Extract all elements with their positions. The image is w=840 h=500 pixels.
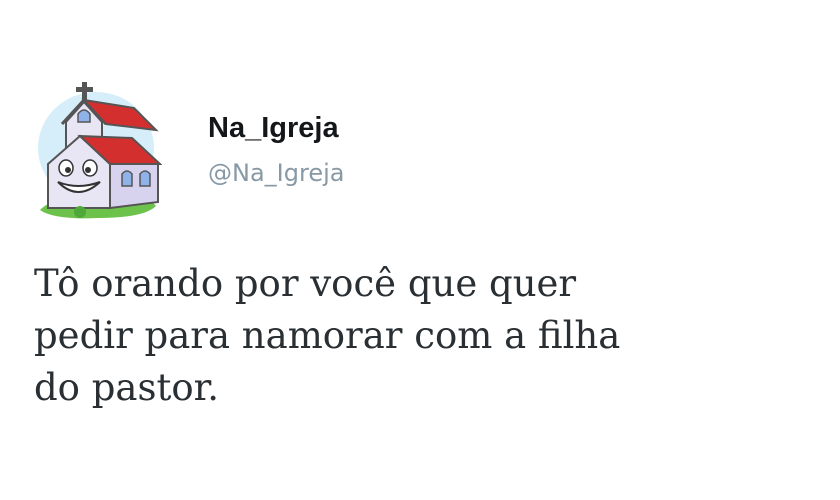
display-name[interactable]: Na_Igreja xyxy=(208,108,344,148)
tweet-text-line: do pastor. xyxy=(34,366,219,409)
avatar[interactable] xyxy=(34,78,163,224)
tweet-text-line: Tô orando por você que quer xyxy=(34,262,577,305)
user-info: Na_Igreja @Na_Igreja xyxy=(208,108,344,190)
tweet-text: Tô orando por você que quer pedir para n… xyxy=(34,258,794,414)
church-cartoon-icon xyxy=(38,82,163,219)
tweet-card: Na_Igreja @Na_Igreja Tô orando por você … xyxy=(0,0,840,500)
user-handle[interactable]: @Na_Igreja xyxy=(208,156,344,190)
tweet-text-line: pedir para namorar com a filha xyxy=(34,314,621,357)
